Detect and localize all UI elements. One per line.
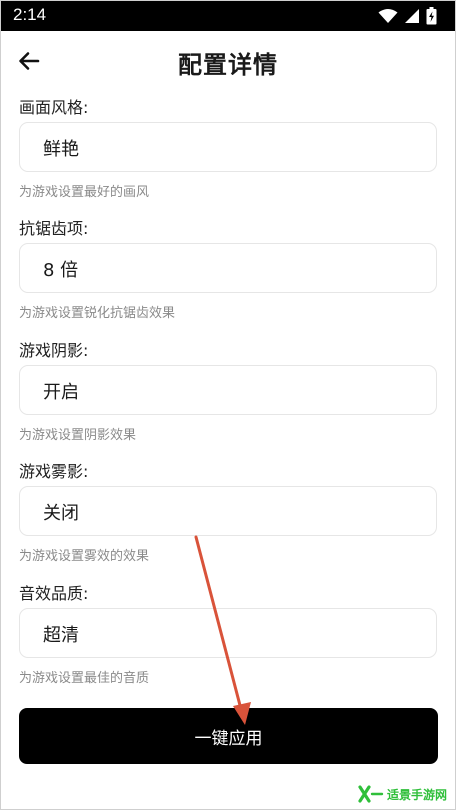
setting-value-shadows: 开启 — [43, 382, 79, 403]
setting-value-fog: 关闭 — [43, 503, 79, 524]
apply-button[interactable]: 一键应用 — [19, 708, 438, 764]
status-icons — [378, 7, 437, 25]
setting-hint-fog: 为游戏设置雾效的效果 — [19, 549, 150, 564]
setting-field-shadows[interactable]: 开启 — [19, 365, 437, 415]
watermark-logo-icon — [358, 785, 384, 803]
app-screen: 2:14 配置详情 画面风格: 鲜艳 为游戏设置最好的画风 抗锯齿项: 8 倍 … — [0, 0, 456, 810]
wifi-icon — [378, 9, 398, 23]
setting-hint-audio-quality: 为游戏设置最佳的音质 — [19, 671, 150, 686]
setting-value-graphics-style: 鲜艳 — [43, 139, 79, 160]
status-time: 2:14 — [13, 5, 47, 24]
setting-hint-graphics-style: 为游戏设置最好的画风 — [19, 185, 150, 200]
setting-hint-shadows: 为游戏设置阴影效果 — [19, 428, 137, 443]
setting-label-graphics-style: 画面风格: — [19, 98, 89, 117]
setting-field-anti-aliasing[interactable]: 8 倍 — [19, 243, 437, 293]
setting-label-audio-quality: 音效品质: — [19, 584, 89, 603]
setting-field-audio-quality[interactable]: 超清 — [19, 608, 437, 658]
apply-button-label: 一键应用 — [194, 728, 263, 749]
setting-value-anti-aliasing: 8 倍 — [43, 260, 79, 281]
setting-field-fog[interactable]: 关闭 — [19, 486, 437, 536]
watermark: 适景手游网 — [358, 785, 447, 803]
status-bar: 2:14 — [1, 1, 455, 31]
setting-label-shadows: 游戏阴影: — [19, 341, 89, 360]
setting-label-fog: 游戏雾影: — [19, 462, 89, 481]
setting-hint-anti-aliasing: 为游戏设置锐化抗锯齿效果 — [19, 306, 176, 321]
setting-label-anti-aliasing: 抗锯齿项: — [19, 219, 89, 238]
setting-value-audio-quality: 超清 — [43, 625, 79, 646]
signal-icon — [405, 9, 419, 23]
header: 配置详情 — [1, 31, 455, 91]
battery-icon — [426, 7, 437, 25]
setting-field-graphics-style[interactable]: 鲜艳 — [19, 122, 437, 172]
page-title: 配置详情 — [178, 51, 278, 79]
watermark-text: 适景手游网 — [386, 787, 447, 802]
